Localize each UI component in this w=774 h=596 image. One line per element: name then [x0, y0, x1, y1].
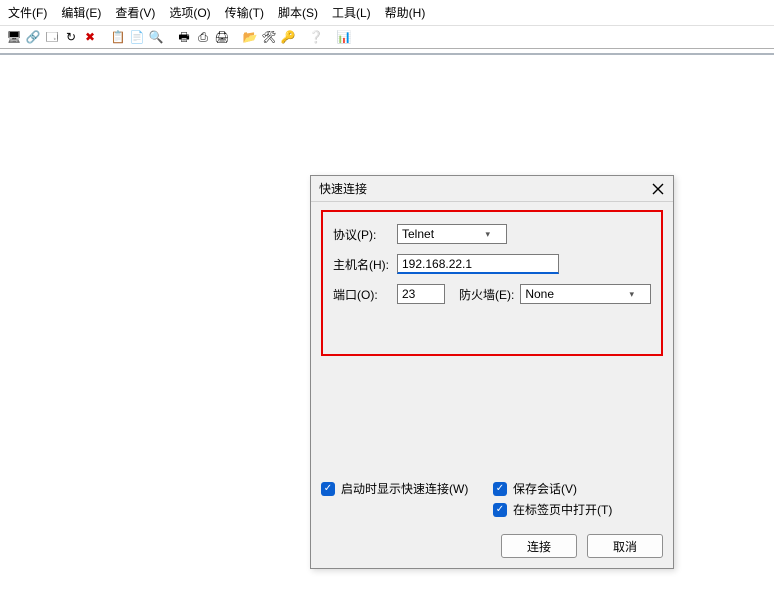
checkbox-checked-icon: ✓: [321, 482, 335, 496]
chevron-down-icon: ▾: [485, 229, 490, 240]
toolbar: 🖥🔗🗔↻✖ 📋📄🔍 🖶⎙🖨 📂🛠🔑 ❔ 📊: [0, 26, 774, 49]
menu-edit[interactable]: 编辑(E): [61, 4, 101, 21]
open-in-tab-checkbox[interactable]: ✓ 在标签页中打开(T): [493, 501, 663, 518]
menu-view[interactable]: 查看(V): [115, 4, 155, 21]
chevron-down-icon: ▾: [629, 289, 634, 300]
hostname-label: 主机名(H):: [333, 256, 397, 273]
paste-icon[interactable]: 📄: [129, 29, 145, 45]
menu-script[interactable]: 脚本(S): [278, 4, 318, 21]
protocol-value: Telnet: [402, 227, 434, 241]
connection-settings-group: 协议(P): Telnet ▾ 主机名(H): 端口(O): 防火墙(E): N…: [321, 210, 663, 356]
protocol-label: 协议(P):: [333, 226, 397, 243]
window-icon[interactable]: 🗔: [44, 29, 60, 45]
cross-icon[interactable]: ✖: [82, 29, 98, 45]
session-icon[interactable]: 🖥: [6, 29, 22, 45]
menu-transfer[interactable]: 传输(T): [225, 4, 264, 21]
firewall-value: None: [525, 287, 554, 301]
show-quick-connect-label: 启动时显示快速连接(W): [341, 480, 468, 497]
menu-help[interactable]: 帮助(H): [385, 4, 426, 21]
copy-icon[interactable]: 📋: [110, 29, 126, 45]
connect-button[interactable]: 连接: [501, 534, 577, 558]
menu-options[interactable]: 选项(O): [169, 4, 210, 21]
menubar: 文件(F) 编辑(E) 查看(V) 选项(O) 传输(T) 脚本(S) 工具(L…: [0, 0, 774, 26]
hostname-input[interactable]: [397, 254, 559, 274]
printer-icon[interactable]: 🖨: [214, 29, 230, 45]
print-icon[interactable]: 🖶: [176, 29, 192, 45]
dialog-titlebar: 快速连接: [311, 176, 673, 202]
folder-icon[interactable]: 📂: [242, 29, 258, 45]
chart-icon[interactable]: 📊: [336, 29, 352, 45]
checkbox-checked-icon: ✓: [493, 503, 507, 517]
help-icon[interactable]: ❔: [308, 29, 324, 45]
firewall-select[interactable]: None ▾: [520, 284, 651, 304]
find-icon[interactable]: 🔍: [148, 29, 164, 45]
firewall-label: 防火墙(E):: [459, 286, 514, 303]
save-session-checkbox[interactable]: ✓ 保存会话(V): [493, 480, 663, 497]
port-input[interactable]: [397, 284, 445, 304]
show-quick-connect-checkbox[interactable]: ✓ 启动时显示快速连接(W): [321, 480, 493, 497]
tools-icon[interactable]: 🛠: [261, 29, 277, 45]
menu-tools[interactable]: 工具(L): [332, 4, 371, 21]
key-icon[interactable]: 🔑: [280, 29, 296, 45]
checkbox-checked-icon: ✓: [493, 482, 507, 496]
cancel-button[interactable]: 取消: [587, 534, 663, 558]
save-session-label: 保存会话(V): [513, 480, 577, 497]
reconnect-icon[interactable]: ↻: [63, 29, 79, 45]
quick-connect-dialog: 快速连接 协议(P): Telnet ▾ 主机名(H): 端口(O): 防火墙(…: [310, 175, 674, 569]
port-label: 端口(O):: [333, 286, 397, 303]
print-setup-icon[interactable]: ⎙: [195, 29, 211, 45]
open-in-tab-label: 在标签页中打开(T): [513, 501, 612, 518]
quick-connect-icon[interactable]: 🔗: [25, 29, 41, 45]
close-icon[interactable]: [649, 181, 667, 197]
dialog-title: 快速连接: [319, 180, 367, 197]
toolbar-separator-bar: [0, 53, 774, 55]
protocol-select[interactable]: Telnet ▾: [397, 224, 507, 244]
menu-file[interactable]: 文件(F): [8, 4, 47, 21]
